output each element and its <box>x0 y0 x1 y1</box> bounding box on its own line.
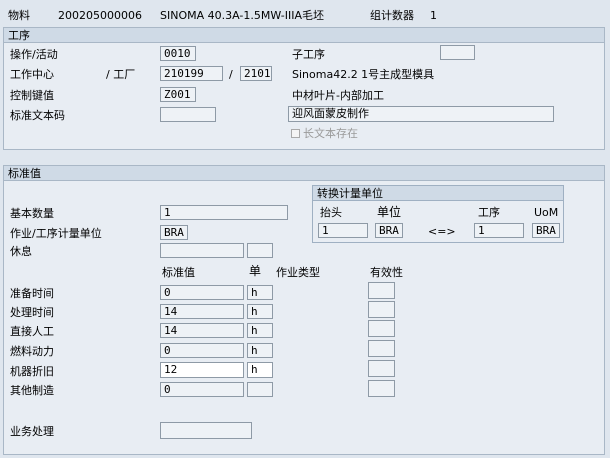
row-depreciation-value[interactable]: 12 <box>160 362 244 378</box>
work-center-description: Sinoma42.2 1号主成型模具 <box>292 68 435 81</box>
conversion-arrow: <=> <box>428 225 456 238</box>
row-processing-value[interactable]: 14 <box>160 304 244 319</box>
row-setup-label: 准备时间 <box>10 287 54 300</box>
break-field[interactable] <box>160 243 244 258</box>
conversion-header-label: 抬头 <box>320 206 342 219</box>
base-quantity-label: 基本数量 <box>10 207 54 220</box>
row-setup-value[interactable]: 0 <box>160 285 244 300</box>
op-activity-field[interactable]: 0010 <box>160 46 196 61</box>
row-depreciation-label: 机器折旧 <box>10 365 54 378</box>
row-processing-unit[interactable]: h <box>247 304 273 319</box>
row-labor-unit[interactable]: h <box>247 323 273 338</box>
business-process-field[interactable] <box>160 422 252 439</box>
control-key-description: 中材叶片-内部加工 <box>292 89 384 102</box>
conversion-operation-label: 工序 <box>478 206 500 219</box>
conversion-header-uom[interactable]: BRA <box>375 223 403 238</box>
operation-uom-label: 作业/工序计量单位 <box>10 227 102 240</box>
col-activity-type: 作业类型 <box>276 266 320 279</box>
row-other-label: 其他制造 <box>10 384 54 397</box>
material-label: 物料 <box>8 9 30 22</box>
operation-panel-title: 工序 <box>4 28 604 43</box>
break-unit-field[interactable] <box>247 243 273 258</box>
sub-operation-label: 子工序 <box>292 48 325 61</box>
row-setup-unit[interactable]: h <box>247 285 273 300</box>
plant-field[interactable]: 2101 <box>240 66 272 81</box>
conversion-operation-uom[interactable]: BRA <box>532 223 560 238</box>
conversion-uom-label: UoM <box>534 206 559 219</box>
operation-uom-field[interactable]: BRA <box>160 225 188 240</box>
row-labor-value[interactable]: 14 <box>160 323 244 338</box>
row-processing-label: 处理时间 <box>10 306 54 319</box>
col-standard-value: 标准值 <box>162 266 195 279</box>
row-other-value[interactable]: 0 <box>160 382 244 397</box>
long-text-checkbox[interactable] <box>291 129 300 138</box>
row-energy-value[interactable]: 0 <box>160 343 244 358</box>
op-activity-label: 操作/活动 <box>10 48 58 61</box>
row-labor-validity[interactable] <box>368 320 395 337</box>
row-other-unit[interactable] <box>247 382 273 397</box>
row-depreciation-validity[interactable] <box>368 360 395 377</box>
row-energy-label: 燃料动力 <box>10 345 54 358</box>
row-depreciation-unit[interactable]: h <box>247 362 273 378</box>
work-center-label: 工作中心 <box>10 68 54 81</box>
control-key-field[interactable]: Z001 <box>160 87 196 102</box>
sub-operation-field[interactable] <box>440 45 475 60</box>
standard-text-key-label: 标准文本码 <box>10 109 65 122</box>
break-label: 休息 <box>10 245 32 258</box>
group-counter-value: 1 <box>430 9 437 22</box>
group-counter-label: 组计数器 <box>370 9 414 22</box>
control-key-label: 控制键值 <box>10 89 54 102</box>
col-unit: 单 <box>249 264 262 278</box>
standard-values-title: 标准值 <box>4 166 604 181</box>
work-center-field[interactable]: 210199 <box>160 66 223 81</box>
base-quantity-field[interactable]: 1 <box>160 205 288 220</box>
operation-short-text-field[interactable]: 迎风面蒙皮制作 <box>288 106 554 122</box>
conversion-unit-label: 单位 <box>377 205 402 219</box>
row-labor-label: 直接人工 <box>10 325 54 338</box>
conversion-header-qty[interactable]: 1 <box>318 223 368 238</box>
plant-label: / 工厂 <box>106 68 136 81</box>
material-number: 200205000006 <box>58 9 142 22</box>
standard-text-key-field[interactable] <box>160 107 216 122</box>
row-setup-validity[interactable] <box>368 282 395 299</box>
row-energy-validity[interactable] <box>368 340 395 357</box>
row-energy-unit[interactable]: h <box>247 343 273 358</box>
plant-slash: / <box>229 68 233 81</box>
conversion-group-title: 转换计量单位 <box>313 186 563 201</box>
conversion-operation-qty[interactable]: 1 <box>474 223 524 238</box>
business-process-label: 业务处理 <box>10 425 54 438</box>
col-validity: 有效性 <box>370 266 403 279</box>
row-other-validity[interactable] <box>368 380 395 397</box>
row-processing-validity[interactable] <box>368 301 395 318</box>
material-description: SINOMA 40.3A-1.5MW-IIIA毛坯 <box>160 9 325 22</box>
long-text-label: 长文本存在 <box>303 127 358 140</box>
